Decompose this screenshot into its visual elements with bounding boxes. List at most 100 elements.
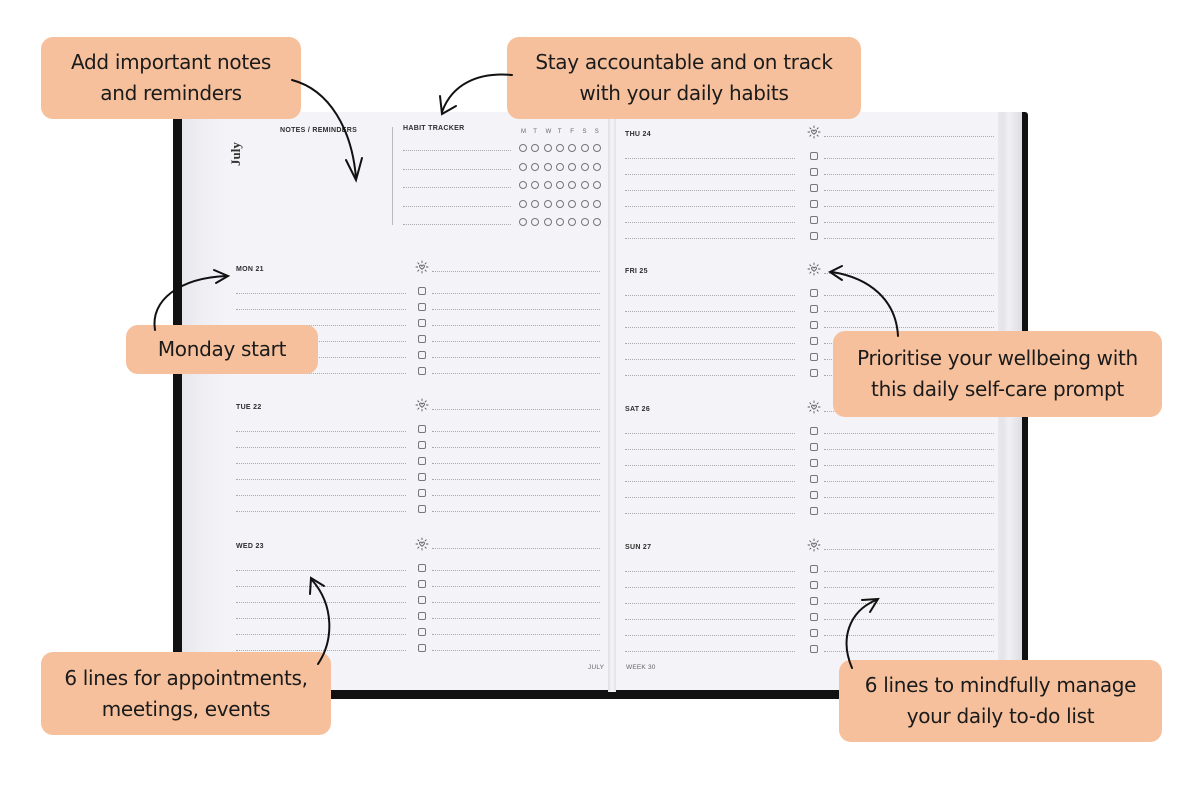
todo-line[interactable] <box>824 619 994 620</box>
habit-circle[interactable] <box>555 181 564 189</box>
appointment-line[interactable] <box>625 327 795 328</box>
todo-line[interactable] <box>824 433 994 434</box>
todo-line[interactable] <box>432 602 600 603</box>
todo-line[interactable] <box>824 222 994 223</box>
todo-line[interactable] <box>824 206 994 207</box>
todo-checkbox[interactable] <box>810 459 818 467</box>
habit-circle[interactable] <box>543 181 552 189</box>
todo-checkbox[interactable] <box>418 489 426 497</box>
todo-checkbox[interactable] <box>810 629 818 637</box>
todo-checkbox[interactable] <box>810 507 818 515</box>
todo-line[interactable] <box>824 571 994 572</box>
todo-checkbox[interactable] <box>810 565 818 573</box>
todo-line[interactable] <box>432 373 600 374</box>
todo-checkbox[interactable] <box>810 581 818 589</box>
habit-circle[interactable] <box>568 162 577 171</box>
habit-circle[interactable] <box>543 162 552 171</box>
todo-line[interactable] <box>824 651 994 652</box>
todo-line[interactable] <box>432 463 600 464</box>
appointment-line[interactable] <box>625 295 795 296</box>
todo-line[interactable] <box>432 570 600 571</box>
todo-line[interactable] <box>432 357 600 358</box>
todo-line[interactable] <box>824 449 994 450</box>
todo-line[interactable] <box>432 511 600 512</box>
appointment-line[interactable] <box>625 206 795 207</box>
appointment-line[interactable] <box>236 495 406 496</box>
appointment-line[interactable] <box>236 586 406 587</box>
todo-line[interactable] <box>432 495 600 496</box>
habit-circle[interactable] <box>592 218 601 226</box>
appointment-line[interactable] <box>625 433 795 434</box>
todo-checkbox[interactable] <box>418 303 426 311</box>
habit-circle[interactable] <box>580 218 589 226</box>
appointment-line[interactable] <box>625 158 795 159</box>
todo-line[interactable] <box>432 309 600 310</box>
appointment-line[interactable] <box>236 431 406 432</box>
todo-checkbox[interactable] <box>810 168 818 176</box>
appointment-line[interactable] <box>236 570 406 571</box>
habit-circle[interactable] <box>580 199 589 208</box>
appointment-line[interactable] <box>625 375 795 376</box>
todo-line[interactable] <box>824 513 994 514</box>
habit-circle[interactable] <box>592 199 601 208</box>
appointment-line[interactable] <box>625 311 795 312</box>
appointment-line[interactable] <box>625 635 795 636</box>
appointment-line[interactable] <box>625 497 795 498</box>
todo-line[interactable] <box>824 481 994 482</box>
habit-circle[interactable] <box>580 181 589 189</box>
todo-checkbox[interactable] <box>810 200 818 208</box>
todo-checkbox[interactable] <box>810 184 818 192</box>
todo-checkbox[interactable] <box>418 351 426 359</box>
todo-line[interactable] <box>824 587 994 588</box>
habit-circle[interactable] <box>568 199 577 208</box>
habit-circle[interactable] <box>519 144 527 152</box>
appointment-line[interactable] <box>236 650 406 651</box>
todo-checkbox[interactable] <box>810 337 818 345</box>
todo-checkbox[interactable] <box>810 305 818 313</box>
habit-circle[interactable] <box>592 181 601 189</box>
appointment-line[interactable] <box>236 511 406 512</box>
todo-checkbox[interactable] <box>418 367 426 375</box>
appointment-line[interactable] <box>625 222 795 223</box>
todo-line[interactable] <box>432 447 600 448</box>
habit-circle[interactable] <box>555 199 564 208</box>
todo-line[interactable] <box>432 618 600 619</box>
todo-line[interactable] <box>824 158 994 159</box>
todo-line[interactable] <box>432 634 600 635</box>
habit-circle[interactable] <box>543 199 552 208</box>
appointment-line[interactable] <box>236 293 406 294</box>
todo-line[interactable] <box>432 293 600 294</box>
appointment-line[interactable] <box>625 449 795 450</box>
appointment-line[interactable] <box>236 447 406 448</box>
habit-circle[interactable] <box>555 144 564 152</box>
todo-line[interactable] <box>824 174 994 175</box>
habit-circle[interactable] <box>531 199 540 208</box>
appointment-line[interactable] <box>625 571 795 572</box>
todo-checkbox[interactable] <box>418 287 426 295</box>
self-care-line[interactable] <box>432 271 600 272</box>
todo-line[interactable] <box>432 650 600 651</box>
todo-checkbox[interactable] <box>810 152 818 160</box>
todo-checkbox[interactable] <box>418 335 426 343</box>
appointment-line[interactable] <box>236 618 406 619</box>
self-care-line[interactable] <box>824 136 994 137</box>
todo-line[interactable] <box>432 479 600 480</box>
todo-checkbox[interactable] <box>810 353 818 361</box>
todo-checkbox[interactable] <box>418 425 426 433</box>
habit-circle[interactable] <box>580 144 589 152</box>
todo-checkbox[interactable] <box>810 427 818 435</box>
todo-line[interactable] <box>824 327 994 328</box>
habit-circle[interactable] <box>519 199 527 208</box>
todo-checkbox[interactable] <box>810 443 818 451</box>
todo-checkbox[interactable] <box>810 232 818 240</box>
todo-checkbox[interactable] <box>418 441 426 449</box>
appointment-line[interactable] <box>625 603 795 604</box>
habit-circle[interactable] <box>543 144 552 152</box>
todo-checkbox[interactable] <box>810 369 818 377</box>
appointment-line[interactable] <box>625 465 795 466</box>
todo-checkbox[interactable] <box>418 319 426 327</box>
appointment-line[interactable] <box>625 238 795 239</box>
appointment-line[interactable] <box>625 174 795 175</box>
todo-checkbox[interactable] <box>810 216 818 224</box>
appointment-line[interactable] <box>236 634 406 635</box>
